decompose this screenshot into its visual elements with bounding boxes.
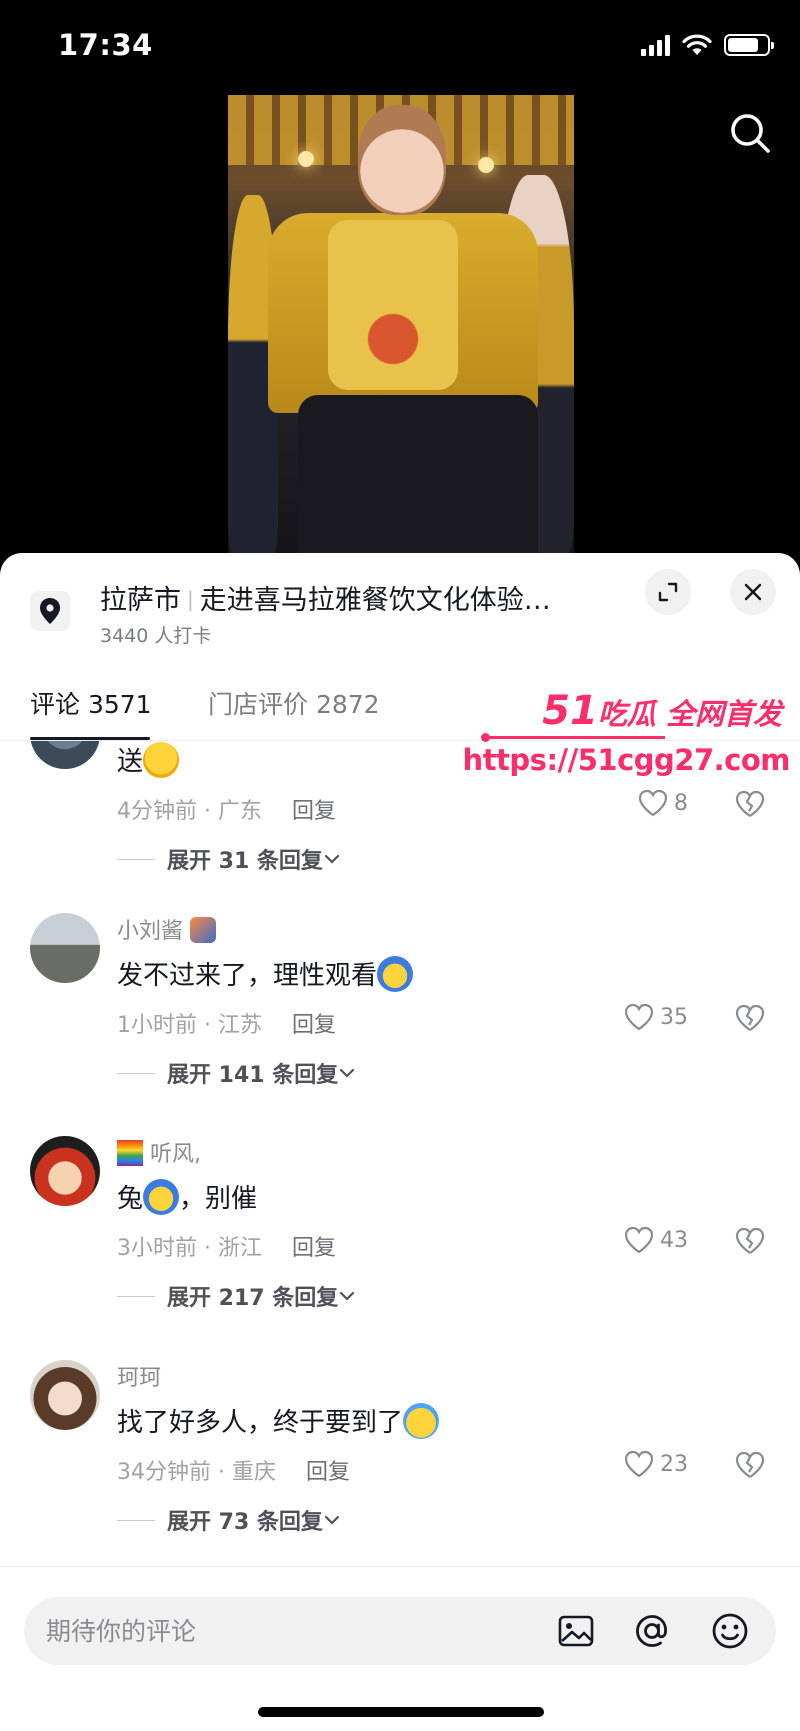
comment-text: 找了好多人，终于要到了 (117, 1402, 440, 1439)
status-icons (641, 34, 774, 56)
location-title: 拉萨市 | 走进喜马拉雅餐饮文化体验… (100, 578, 551, 617)
active-tab-indicator (30, 737, 150, 740)
like-button[interactable]: 8 (638, 789, 688, 817)
commenter-name: 听风, (117, 1136, 201, 1168)
broken-heart-icon[interactable] (735, 1004, 765, 1032)
reply-button[interactable]: 回复 (292, 799, 336, 824)
snowboarder-emoji-icon (190, 917, 217, 943)
expand-replies-button[interactable]: 展开 31 条回复 (117, 843, 341, 875)
chevron-down-icon (340, 1068, 355, 1078)
comment-meta: 34分钟前 · 重庆 回复 (117, 1460, 351, 1485)
heart-icon (638, 789, 668, 817)
location-pin-icon (30, 591, 70, 631)
like-count: 8 (674, 790, 688, 816)
lamp (298, 151, 314, 167)
dancer-skirt (298, 395, 538, 555)
avatar[interactable] (30, 1360, 100, 1430)
chevron-down-icon (324, 854, 340, 864)
like-count: 43 (660, 1227, 688, 1253)
status-bar: 17:34 (0, 0, 800, 95)
broken-heart-icon[interactable] (735, 790, 765, 818)
location-name: 走进喜马拉雅餐饮文化体验… (199, 585, 551, 616)
comment-item: 小刘酱 发不过来了，理性观看 1小时前 · 江苏 回复 35 展开 141 条回复 (0, 913, 800, 1136)
like-button[interactable]: 35 (624, 1003, 688, 1031)
comment-composer (0, 1566, 800, 1731)
comment-item: 听风, 兔，别催 3小时前 · 浙江 回复 43 展开 217 条回复 (0, 1136, 800, 1359)
close-icon (744, 583, 762, 601)
checkin-count: 3440 人打卡 (100, 625, 212, 647)
comment-meta: 1小时前 · 江苏 回复 (117, 1013, 337, 1038)
face-emoji-icon (377, 956, 414, 992)
divider (117, 1519, 155, 1521)
video-player[interactable] (0, 95, 800, 555)
home-indicator (258, 1707, 544, 1717)
like-count: 23 (660, 1451, 688, 1477)
like-count: 35 (660, 1004, 688, 1030)
avatar[interactable] (30, 1136, 100, 1206)
reply-button[interactable]: 回复 (292, 1013, 336, 1038)
watermark-line (481, 733, 665, 742)
location-city: 拉萨市 (100, 585, 181, 616)
wifi-icon (682, 34, 712, 55)
avatar[interactable] (30, 741, 100, 769)
comment-item: 珂珂 找了好多人，终于要到了 34分钟前 · 重庆 回复 23 展开 73 条回复 (0, 1360, 800, 1566)
search-icon[interactable] (726, 109, 774, 157)
watermark-brand: 51吃瓜 全网首发 (542, 688, 782, 734)
battery-level (728, 38, 759, 52)
divider (117, 858, 155, 860)
expand-icon (658, 582, 678, 602)
divider (117, 1295, 155, 1297)
commenter-name: 小刘酱 (117, 913, 217, 945)
like-button[interactable]: 43 (624, 1226, 688, 1254)
tab-store-reviews[interactable]: 门店评价 2872 (208, 685, 380, 721)
like-button[interactable]: 23 (624, 1450, 688, 1478)
expand-replies-button[interactable]: 展开 217 条回复 (117, 1280, 356, 1312)
heart-icon (624, 1003, 654, 1031)
avatar[interactable] (30, 913, 100, 983)
divider (117, 1072, 155, 1074)
comment-list: 送 4分钟前 · 广东 回复 8 展开 31 条回复 小刘酱 发不过来了，理性观看… (0, 741, 800, 1566)
separator: | (187, 587, 194, 611)
crying-emoji-icon (403, 1403, 440, 1439)
reply-button[interactable]: 回复 (292, 1236, 336, 1261)
rainbow-emoji-icon (117, 1140, 143, 1166)
heart-icon (624, 1226, 654, 1254)
comment-meta: 4分钟前 · 广东 回复 (117, 799, 337, 824)
dancer-embroidery (328, 220, 458, 390)
broken-heart-icon[interactable] (735, 1451, 765, 1479)
expand-replies-button[interactable]: 展开 141 条回复 (117, 1057, 356, 1089)
comment-text: 送 (117, 741, 180, 778)
commenter-name: 珂珂 (117, 1366, 162, 1391)
dancer-face (358, 105, 446, 215)
cellular-signal-icon (641, 34, 670, 56)
mention-icon[interactable] (632, 1611, 672, 1651)
chevron-down-icon (324, 1515, 340, 1525)
heart-icon (624, 1450, 654, 1478)
thinking-emoji-icon (143, 742, 180, 778)
comment-meta: 3小时前 · 浙江 回复 (117, 1236, 337, 1261)
broken-heart-icon[interactable] (735, 1227, 765, 1255)
comment-text: 兔，别催 (117, 1178, 257, 1215)
comment-item: 送 4分钟前 · 广东 回复 8 展开 31 条回复 (0, 741, 800, 922)
expand-button[interactable] (645, 569, 691, 615)
comment-sheet: 拉萨市 | 走进喜马拉雅餐饮文化体验… 3440 人打卡 评论 3571 门店评价 … (0, 553, 800, 1731)
comment-text: 发不过来了，理性观看 (117, 955, 414, 992)
image-icon[interactable] (556, 1611, 596, 1651)
chevron-down-icon (340, 1291, 355, 1301)
tab-comments[interactable]: 评论 3571 (30, 685, 152, 721)
lamp (478, 157, 494, 173)
expand-replies-button[interactable]: 展开 73 条回复 (117, 1504, 341, 1536)
close-button[interactable] (730, 569, 776, 615)
reply-button[interactable]: 回复 (306, 1460, 350, 1485)
status-time: 17:34 (58, 28, 153, 62)
face-emoji-icon (143, 1179, 180, 1215)
emoji-icon[interactable] (710, 1611, 750, 1651)
location-card[interactable]: 拉萨市 | 走进喜马拉雅餐饮文化体验… 3440 人打卡 (0, 553, 800, 663)
battery-icon (724, 34, 774, 56)
video-frame (228, 95, 574, 555)
